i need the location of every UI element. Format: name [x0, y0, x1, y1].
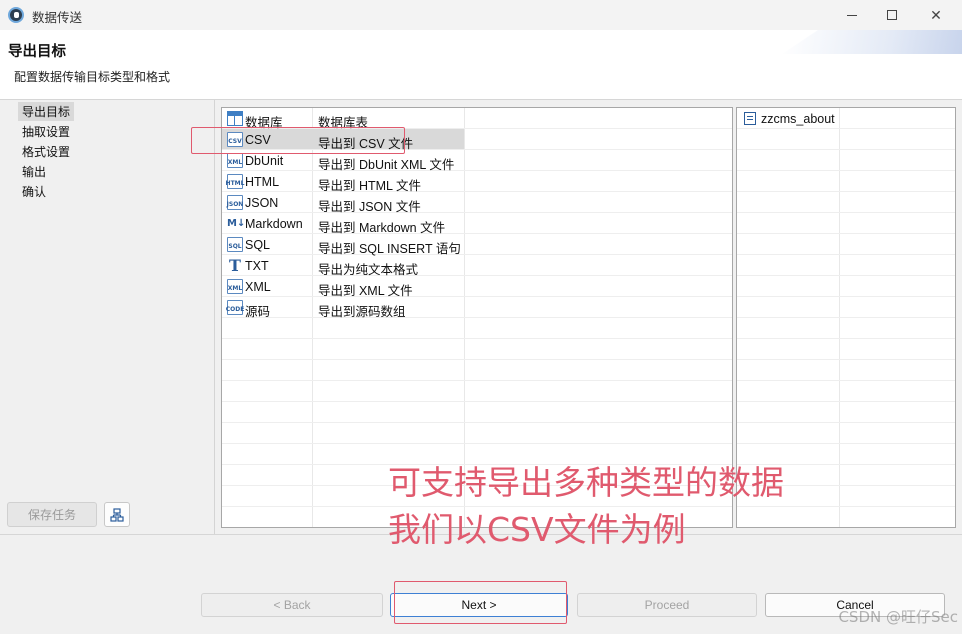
format-type: HTML: [245, 175, 280, 189]
format-row-html[interactable]: HTML HTML 导出到 HTML 文件: [222, 171, 732, 193]
wizard-header: 导出目标 配置数据传输目标类型和格式: [0, 30, 962, 100]
code-icon: CODE: [226, 300, 244, 315]
wizard-steps-nav: 导出目标 抽取设置 格式设置 输出 确认: [0, 100, 214, 534]
nav-step-output[interactable]: 输出: [18, 162, 50, 181]
format-type: TXT: [245, 259, 269, 273]
panel-splitter[interactable]: [214, 100, 215, 534]
table-icon: [227, 111, 243, 126]
markdown-icon: M↓: [227, 218, 246, 229]
format-row-source[interactable]: CODE 源码 导出到源码数组: [222, 297, 732, 319]
page-title: 导出目标: [8, 44, 66, 60]
xml-icon: XML: [227, 279, 243, 294]
nav-step-export-target[interactable]: 导出目标: [18, 102, 75, 121]
source-table-name: zzcms_about: [761, 112, 835, 126]
maximize-icon: [887, 10, 897, 20]
save-task-button[interactable]: 保存任务: [7, 502, 97, 527]
format-row-sql[interactable]: SQL SQL 导出到 SQL INSERT 语句: [222, 234, 732, 256]
csv-highlight-box: [191, 127, 405, 154]
format-row-txt[interactable]: T TXT 导出为纯文本格式: [222, 255, 732, 277]
format-row-markdown[interactable]: M↓ Markdown 导出到 Markdown 文件: [222, 213, 732, 235]
page-subtitle: 配置数据传输目标类型和格式: [14, 70, 171, 84]
maximize-button[interactable]: [870, 0, 914, 30]
watermark: CSDN @旺仔Sec: [838, 608, 958, 626]
nav-step-extract-settings[interactable]: 抽取设置: [18, 122, 74, 141]
annotation-line-2: 我们以CSV文件为例: [388, 510, 686, 549]
source-table-row[interactable]: zzcms_about: [737, 108, 955, 129]
tree-icon: [110, 507, 124, 522]
format-type: XML: [245, 280, 271, 294]
title-bar: 数据传送 ✕: [0, 0, 962, 30]
xml-icon: XML: [227, 153, 243, 168]
format-type: SQL: [245, 238, 271, 252]
table-doc-icon: [744, 112, 756, 125]
text-icon: T: [229, 256, 241, 275]
next-highlight-box: [394, 581, 567, 624]
json-icon: JSON: [227, 195, 243, 210]
header-decoration: [782, 30, 962, 54]
format-type: Markdown: [245, 217, 303, 231]
app-logo-icon: [8, 7, 24, 23]
task-tree-button[interactable]: [104, 502, 130, 527]
format-type: DbUnit: [245, 154, 284, 168]
proceed-button[interactable]: Proceed: [577, 593, 757, 617]
format-row-xml[interactable]: XML XML 导出到 XML 文件: [222, 276, 732, 298]
nav-step-confirm[interactable]: 确认: [18, 182, 50, 201]
close-button[interactable]: ✕: [914, 0, 958, 30]
annotation-line-1: 可支持导出多种类型的数据: [388, 463, 784, 502]
minimize-button[interactable]: [830, 0, 874, 30]
sql-icon: SQL: [227, 237, 243, 252]
window-title: 数据传送: [32, 11, 83, 25]
close-icon: ✕: [930, 6, 942, 23]
format-row-database[interactable]: 数据库 数据库表: [222, 108, 732, 130]
format-type: JSON: [245, 196, 279, 210]
minimize-icon: [847, 14, 857, 16]
nav-step-format-settings[interactable]: 格式设置: [18, 142, 74, 161]
back-button[interactable]: < Back: [201, 593, 383, 617]
format-row-json[interactable]: JSON JSON 导出到 JSON 文件: [222, 192, 732, 214]
html-icon: HTML: [226, 174, 244, 189]
